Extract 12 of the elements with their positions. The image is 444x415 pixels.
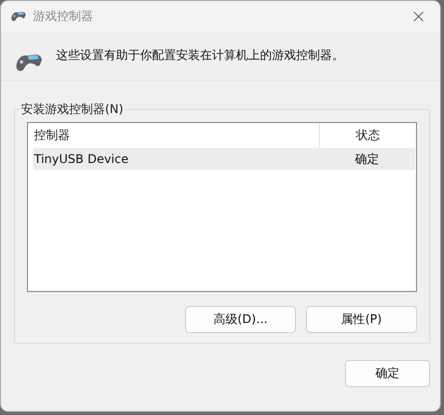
column-header[interactable]: 状态 — [320, 123, 416, 148]
table-cell-text: TinyUSB Device — [33, 152, 130, 166]
ok-button[interactable]: 确定 — [345, 360, 430, 387]
dialog-button[interactable]: 属性(P) — [306, 306, 417, 333]
table-cell-text: 确定 — [354, 150, 380, 168]
close-icon[interactable] — [413, 10, 424, 22]
dialog-button[interactable]: 高级(D)... — [185, 306, 296, 333]
gamepad-icon — [10, 10, 27, 22]
window-title: 游戏控制器 — [33, 8, 94, 24]
description-text: 这些设置有助于你配置安装在计算机上的游戏控制器。 — [56, 47, 344, 64]
group-label: 安装游戏控制器(N) — [20, 101, 124, 118]
list-row[interactable]: TinyUSB Device 确定 — [33, 148, 415, 170]
